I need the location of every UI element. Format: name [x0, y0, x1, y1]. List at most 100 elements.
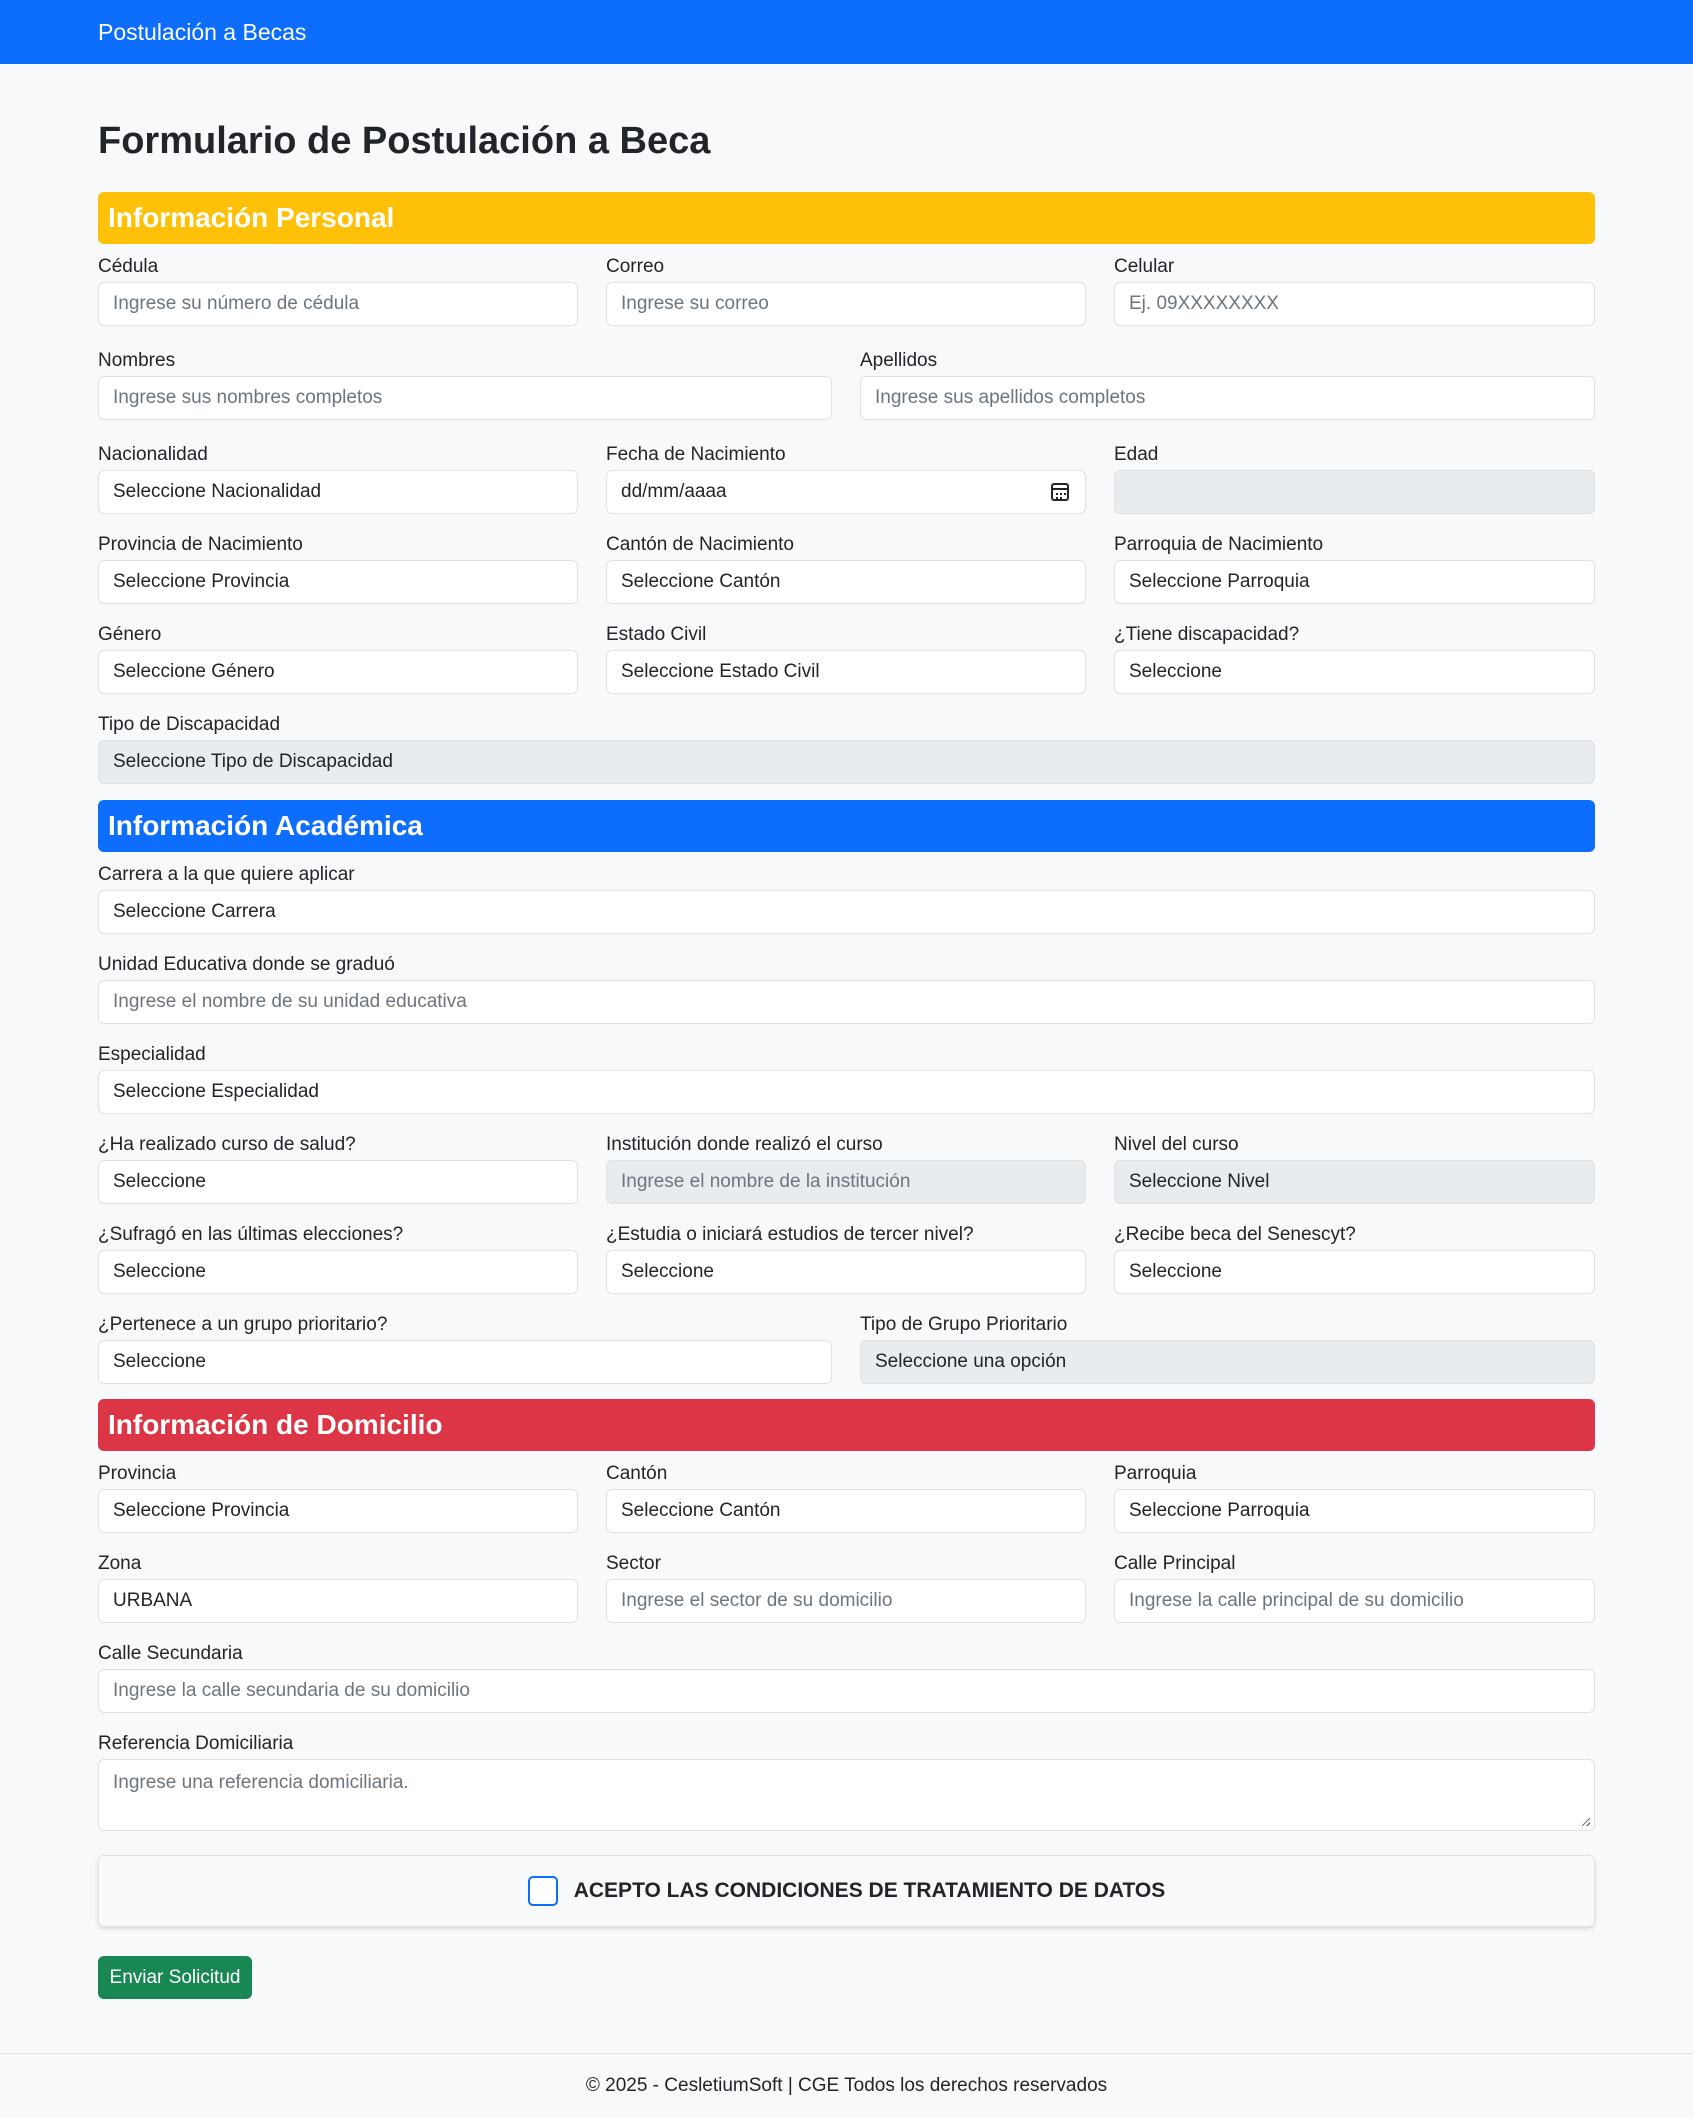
- zona-select[interactable]: URBANA: [98, 1579, 578, 1623]
- genero-select[interactable]: Seleccione Género: [98, 650, 578, 694]
- nombres-input[interactable]: Ingrese sus nombres completos: [98, 376, 832, 420]
- apellidos-input[interactable]: Ingrese sus apellidos completos: [860, 376, 1595, 420]
- footer-text: © 2025 - CesletiumSoft | CGE Todos los d…: [585, 2075, 1108, 2096]
- discapacidad-field: ¿Tiene discapacidad? Seleccione: [1114, 622, 1595, 694]
- correo-input[interactable]: Ingrese su correo: [606, 282, 1086, 326]
- calle-secundaria-field: Calle Secundaria Ingrese la calle secund…: [98, 1641, 1595, 1713]
- carrera-field: Carrera a la que quiere aplicar Seleccio…: [98, 862, 1595, 934]
- fecha-nacimiento-field: Fecha de Nacimiento dd/mm/aaaa: [606, 442, 1086, 514]
- cedula-input[interactable]: Ingrese su número de cédula: [98, 282, 578, 326]
- grupo-prioritario-select[interactable]: Seleccione: [98, 1340, 832, 1384]
- canton-nacimiento-label: Cantón de Nacimiento: [606, 534, 794, 555]
- footer: © 2025 - CesletiumSoft | CGE Todos los d…: [0, 2053, 1693, 2118]
- parroquia-nacimiento-label: Parroquia de Nacimiento: [1114, 534, 1324, 555]
- nivel-curso-label: Nivel del curso: [1114, 1134, 1239, 1155]
- estado-civil-field: Estado Civil Seleccione Estado Civil: [606, 622, 1086, 694]
- section-address-header: Información de Domicilio: [98, 1399, 1595, 1451]
- discapacidad-label: ¿Tiene discapacidad?: [1114, 624, 1300, 645]
- tipo-grupo-label: Tipo de Grupo Prioritario: [860, 1314, 1068, 1335]
- fecha-nacimiento-value: dd/mm/aaaa: [621, 481, 727, 502]
- referencia-field: Referencia Domiciliaria Ingrese una refe…: [98, 1731, 1595, 1831]
- sector-field: Sector Ingrese el sector de su domicilio: [606, 1551, 1086, 1623]
- estado-civil-label: Estado Civil: [606, 624, 707, 645]
- provincia-select[interactable]: Seleccione Provincia: [98, 1489, 578, 1533]
- canton-nacimiento-select[interactable]: Seleccione Cantón: [606, 560, 1086, 604]
- grupo-prioritario-field: ¿Pertenece a un grupo prioritario? Selec…: [98, 1312, 832, 1384]
- referencia-textarea[interactable]: Ingrese una referencia domiciliaria.: [98, 1759, 1595, 1831]
- calle-secundaria-input[interactable]: Ingrese la calle secundaria de su domici…: [98, 1669, 1595, 1713]
- nombres-label: Nombres: [98, 350, 176, 371]
- carrera-label: Carrera a la que quiere aplicar: [98, 864, 355, 885]
- nacionalidad-label: Nacionalidad: [98, 444, 208, 465]
- institucion-curso-input: Ingrese el nombre de la institución: [606, 1160, 1086, 1204]
- especialidad-label: Especialidad: [98, 1044, 206, 1065]
- unidad-educativa-label: Unidad Educativa donde se graduó: [98, 954, 395, 975]
- curso-salud-select[interactable]: Seleccione: [98, 1160, 578, 1204]
- section-academic-header: Información Académica: [98, 800, 1595, 852]
- sufrago-field: ¿Sufragó en las últimas elecciones? Sele…: [98, 1222, 578, 1294]
- discapacidad-select[interactable]: Seleccione: [1114, 650, 1595, 694]
- tercer-nivel-select[interactable]: Seleccione: [606, 1250, 1086, 1294]
- celular-field: Celular Ej. 09XXXXXXXX: [1114, 254, 1595, 326]
- fecha-nacimiento-label: Fecha de Nacimiento: [606, 444, 786, 465]
- beca-senescyt-label: ¿Recibe beca del Senescyt?: [1114, 1224, 1356, 1245]
- zona-label: Zona: [98, 1553, 142, 1574]
- sufrago-label: ¿Sufragó en las últimas elecciones?: [98, 1224, 404, 1245]
- beca-senescyt-select[interactable]: Seleccione: [1114, 1250, 1595, 1294]
- estado-civil-select[interactable]: Seleccione Estado Civil: [606, 650, 1086, 694]
- provincia-field: Provincia Seleccione Provincia: [98, 1461, 578, 1533]
- sector-input[interactable]: Ingrese el sector de su domicilio: [606, 1579, 1086, 1623]
- institucion-curso-field: Institución donde realizó el curso Ingre…: [606, 1132, 1086, 1204]
- parroquia-nacimiento-select[interactable]: Seleccione Parroquia: [1114, 560, 1595, 604]
- resize-grip-icon[interactable]: [1582, 1818, 1590, 1826]
- sufrago-select[interactable]: Seleccione: [98, 1250, 578, 1294]
- tipo-discapacidad-select: Seleccione Tipo de Discapacidad: [98, 740, 1595, 784]
- zona-field: Zona URBANA: [98, 1551, 578, 1623]
- consent-box: ACEPTO LAS CONDICIONES DE TRATAMIENTO DE…: [98, 1855, 1595, 1927]
- edad-field: Edad: [1114, 442, 1595, 514]
- correo-label: Correo: [606, 256, 665, 277]
- page-title: Formulario de Postulación a Beca: [98, 120, 711, 162]
- fecha-nacimiento-input[interactable]: dd/mm/aaaa: [606, 470, 1086, 514]
- unidad-educativa-input[interactable]: Ingrese el nombre de su unidad educativa: [98, 980, 1595, 1024]
- calendar-icon[interactable]: [1051, 483, 1069, 501]
- parroquia-nacimiento-field: Parroquia de Nacimiento Seleccione Parro…: [1114, 532, 1595, 604]
- curso-salud-field: ¿Ha realizado curso de salud? Seleccione: [98, 1132, 578, 1204]
- nivel-curso-select: Seleccione Nivel: [1114, 1160, 1595, 1204]
- genero-field: Género Seleccione Género: [98, 622, 578, 694]
- nacionalidad-field: Nacionalidad Seleccione Nacionalidad: [98, 442, 578, 514]
- canton-nacimiento-field: Cantón de Nacimiento Seleccione Cantón: [606, 532, 1086, 604]
- edad-input: [1114, 470, 1595, 514]
- edad-label: Edad: [1114, 444, 1159, 465]
- cedula-label: Cédula: [98, 256, 159, 277]
- tipo-discapacidad-label: Tipo de Discapacidad: [98, 714, 281, 735]
- especialidad-select[interactable]: Seleccione Especialidad: [98, 1070, 1595, 1114]
- calle-principal-input[interactable]: Ingrese la calle principal de su domicil…: [1114, 1579, 1595, 1623]
- navbar-brand[interactable]: Postulación a Becas: [98, 19, 306, 46]
- section-personal-header: Información Personal: [98, 192, 1595, 244]
- apellidos-label: Apellidos: [860, 350, 938, 371]
- submit-button[interactable]: Enviar Solicitud: [98, 1956, 252, 1999]
- celular-input[interactable]: Ej. 09XXXXXXXX: [1114, 282, 1595, 326]
- canton-field: Cantón Seleccione Cantón: [606, 1461, 1086, 1533]
- nivel-curso-field: Nivel del curso Seleccione Nivel: [1114, 1132, 1595, 1204]
- carrera-select[interactable]: Seleccione Carrera: [98, 890, 1595, 934]
- calle-principal-label: Calle Principal: [1114, 1553, 1236, 1574]
- consent-label[interactable]: ACEPTO LAS CONDICIONES DE TRATAMIENTO DE…: [574, 1879, 1166, 1903]
- tipo-grupo-select: Seleccione una opción: [860, 1340, 1595, 1384]
- institucion-curso-label: Institución donde realizó el curso: [606, 1134, 883, 1155]
- parroquia-select[interactable]: Seleccione Parroquia: [1114, 1489, 1595, 1533]
- cedula-field: Cédula Ingrese su número de cédula: [98, 254, 578, 326]
- referencia-placeholder: Ingrese una referencia domiciliaria.: [113, 1772, 409, 1793]
- parroquia-label: Parroquia: [1114, 1463, 1197, 1484]
- curso-salud-label: ¿Ha realizado curso de salud?: [98, 1134, 356, 1155]
- correo-field: Correo Ingrese su correo: [606, 254, 1086, 326]
- nacionalidad-select[interactable]: Seleccione Nacionalidad: [98, 470, 578, 514]
- especialidad-field: Especialidad Seleccione Especialidad: [98, 1042, 1595, 1114]
- calle-principal-field: Calle Principal Ingrese la calle princip…: [1114, 1551, 1595, 1623]
- canton-select[interactable]: Seleccione Cantón: [606, 1489, 1086, 1533]
- celular-label: Celular: [1114, 256, 1175, 277]
- provincia-nacimiento-select[interactable]: Seleccione Provincia: [98, 560, 578, 604]
- consent-checkbox[interactable]: [527, 1876, 558, 1906]
- sector-label: Sector: [606, 1553, 661, 1574]
